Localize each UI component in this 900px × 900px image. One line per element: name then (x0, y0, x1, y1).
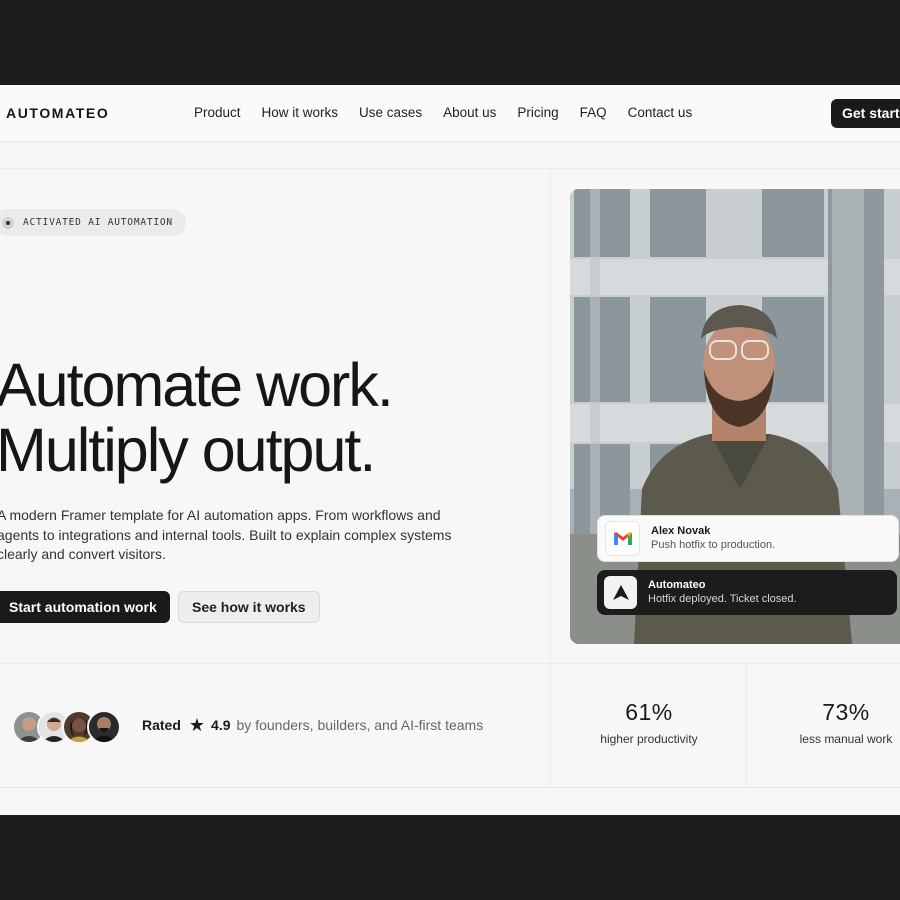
notification-sender: Automateo (648, 579, 706, 591)
notification-message: Push hotfix to production. (651, 539, 776, 551)
stat-label: less manual work (799, 732, 893, 746)
brand-logo[interactable]: AUTOMATEO (6, 105, 109, 121)
rating-summary: Rated ★ 4.9 by founders, builders, and A… (142, 715, 484, 735)
top-navigation: AUTOMATEO Product How it works Use cases… (0, 85, 900, 142)
stat-value: 61% (625, 699, 673, 725)
column-divider (550, 169, 551, 788)
hero-headline-line-2: Multiply output. (0, 416, 376, 484)
hero-description: A modern Framer template for AI automati… (0, 507, 452, 562)
nav-link-about-us[interactable]: About us (443, 105, 496, 120)
avatar-group (12, 710, 121, 744)
page-frame: AUTOMATEO Product How it works Use cases… (0, 85, 900, 815)
divider (0, 663, 900, 664)
rating-label: Rated (142, 717, 181, 733)
notification-sender: Alex Novak (651, 525, 711, 537)
see-how-it-works-button[interactable]: See how it works (178, 591, 320, 623)
nav-links: Product How it works Use cases About us … (194, 105, 692, 120)
nav-link-use-cases[interactable]: Use cases (359, 105, 422, 120)
avatar (87, 710, 121, 744)
nav-link-how-it-works[interactable]: How it works (262, 105, 339, 120)
status-dot-icon (2, 216, 14, 229)
automateo-logo-icon (604, 576, 637, 609)
divider (0, 787, 900, 788)
notification-message: Hotfix deployed. Ticket closed. (648, 593, 797, 605)
stat-value: 73% (822, 699, 870, 725)
hero-headline: Automate work. Multiply output. (0, 351, 394, 484)
stat-productivity: 61% higher productivity (551, 699, 747, 746)
start-automation-button[interactable]: Start automation work (0, 591, 170, 623)
notification-card-alex[interactable]: Alex Novak Push hotfix to production. (597, 515, 899, 562)
hero-badge: ACTIVATED AI AUTOMATION (0, 209, 186, 236)
stat-label: higher productivity (600, 732, 698, 746)
nav-link-pricing[interactable]: Pricing (517, 105, 558, 120)
rating-text: by founders, builders, and AI-first team… (236, 717, 484, 733)
gmail-icon (605, 521, 640, 556)
nav-link-contact-us[interactable]: Contact us (628, 105, 693, 120)
notification-card-automateo[interactable]: Automateo Hotfix deployed. Ticket closed… (597, 570, 897, 615)
rating-value: 4.9 (211, 717, 231, 733)
divider (0, 168, 900, 169)
nav-link-faq[interactable]: FAQ (580, 105, 607, 120)
hero-badge-text: ACTIVATED AI AUTOMATION (23, 217, 173, 228)
stat-manual-work: 73% less manual work (748, 699, 900, 746)
nav-link-product[interactable]: Product (194, 105, 241, 120)
star-icon: ★ (188, 715, 206, 735)
hero-headline-line-1: Automate work. (0, 351, 394, 419)
get-started-button[interactable]: Get starte (831, 99, 900, 128)
